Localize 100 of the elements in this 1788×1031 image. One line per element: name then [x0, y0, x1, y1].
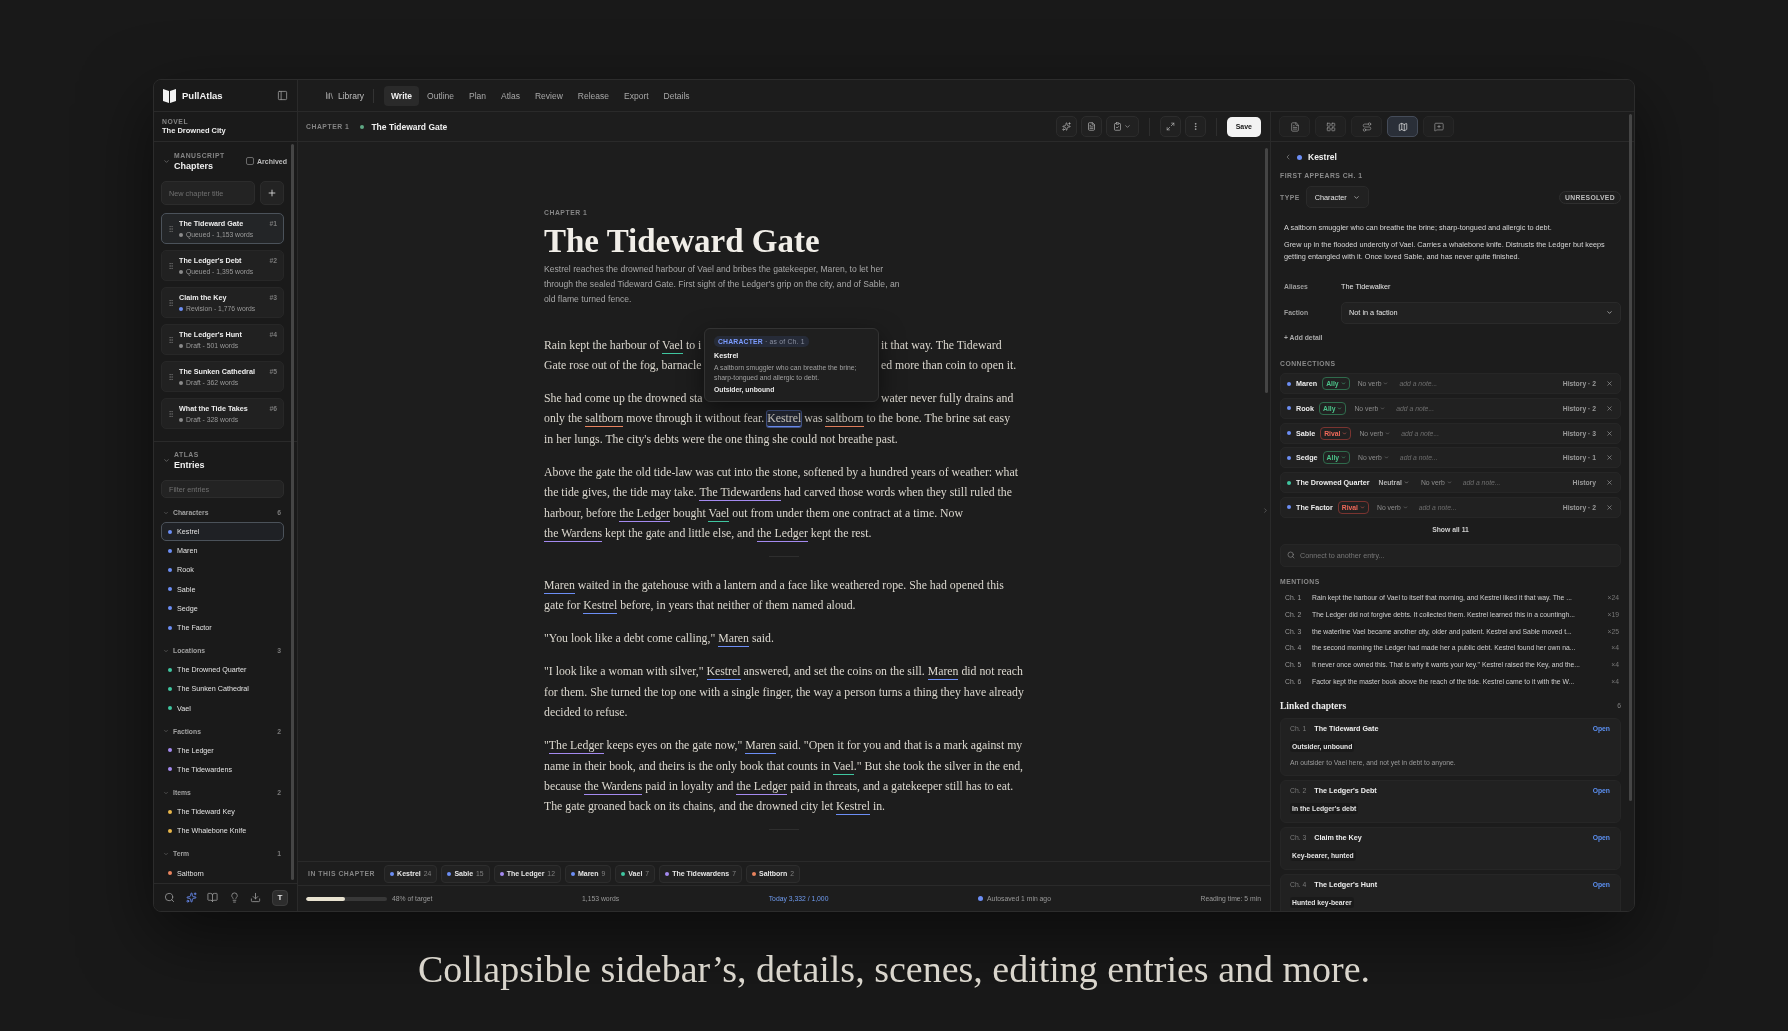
- chapter-summary: Kestrel reaches the drowned harbour of Vael and bribes the gatekeeper, Maren, to let her through the sealed Tideward Gate. First sight of the Ledger's grip on the city, and of Sable, an old flame turned fence.: [544, 262, 901, 306]
- caption: Collapsible sidebar’s, details, scenes, editing entries and more.: [417, 947, 1371, 991]
- paragraph: Maren waited in the gatehouse with a lantern and a face like weathered rope. She had opened this gate for Kestrel before, in years that neither of them named aloud.: [544, 576, 1005, 616]
- entry-name: Kestrel: [1308, 152, 1337, 162]
- paragraph: Above the gate the old tide-law was cut into the stone, softened by a hundred years of weather: what the tide gives, the tide may take. The Tidewardens had carved those words when they still ruled the harbour, before the Ledger bought Vael out from under them one contract at a time. Now the Wardens kept the gate and little else, and the Ledger kept the rest.: [544, 463, 1020, 544]
- drag-handle-icon[interactable]: [167, 224, 175, 233]
- nav-tab[interactable]: Outline: [420, 85, 462, 106]
- document-icon: [1086, 122, 1096, 131]
- download-icon[interactable]: [250, 892, 262, 903]
- drag-handle-icon[interactable]: [167, 298, 175, 307]
- chevron-icon[interactable]: [163, 850, 169, 857]
- logo-icon: [163, 88, 176, 103]
- scrollbar-thumb[interactable]: [291, 144, 294, 880]
- drag-handle-icon[interactable]: [167, 409, 175, 418]
- paragraph: "The Ledger keeps eyes on the gate now," Maren said. "Open it for you and that is a mark against my name in their book, and theirs is the only book that counts in Vael." But she took the silver in the end, because the Wardens paid in loyalty and the Ledger paid in threats, and a gatekeeper still has to eat. The gate groaned back on its chains, and the drowned city let Kestrel in.: [544, 737, 1024, 817]
- lightbulb-icon[interactable]: [228, 892, 240, 903]
- close-icon[interactable]: [1606, 454, 1613, 462]
- nav-tab[interactable]: Review: [527, 85, 570, 106]
- chevron-icon[interactable]: [163, 647, 169, 654]
- entity-link[interactable]: Maren: [544, 577, 575, 594]
- panel-tab[interactable]: [1351, 116, 1382, 137]
- chevron-icon[interactable]: [163, 789, 169, 796]
- panel-tab[interactable]: [1315, 116, 1346, 137]
- entity-link[interactable]: the Ledger: [757, 525, 808, 542]
- drag-handle-icon[interactable]: [167, 372, 175, 381]
- chevron-icon[interactable]: [163, 157, 170, 165]
- text-line: only the saltborn move through it without fear. Kestrel was saltborn to the bone. The brine sat easy: [544, 410, 1012, 429]
- panel-tab[interactable]: [1423, 116, 1454, 137]
- entity-link[interactable]: The Ledger: [548, 738, 604, 755]
- close-icon[interactable]: [1606, 479, 1613, 487]
- entity-link[interactable]: Kestrel: [835, 799, 870, 816]
- text-style-button[interactable]: T: [271, 889, 288, 906]
- text-line: She had come up the drowned sta: [544, 389, 704, 407]
- caret-icon: [1402, 505, 1408, 510]
- library-link[interactable]: Library: [325, 90, 364, 101]
- caret-icon: [1342, 430, 1348, 436]
- entity-link[interactable]: Maren: [927, 664, 959, 681]
- chevron-right-icon[interactable]: [1262, 507, 1269, 514]
- entity-link[interactable]: Kestrel: [706, 664, 741, 681]
- chevron-icon[interactable]: [163, 456, 170, 464]
- chevron-icon[interactable]: [163, 509, 169, 516]
- entity-link[interactable]: the Wardens: [584, 778, 643, 795]
- paragraph: "I look like a woman with silver," Kestrel answered, and set the coins on the sill. Maren did not reach for them. She turned the top one with a single finger, the way a person turns a thing they have already decided to refuse.: [544, 663, 1024, 722]
- entity-link[interactable]: Kestrel: [583, 598, 618, 615]
- scrollbar-thumb[interactable]: [1265, 148, 1268, 393]
- entity-link[interactable]: Maren: [745, 738, 776, 755]
- entity-link[interactable]: saltborn: [585, 411, 624, 428]
- add-chapter-button[interactable]: [260, 181, 284, 205]
- nav-tab[interactable]: Atlas: [494, 85, 527, 106]
- entity-link[interactable]: saltborn: [825, 411, 864, 428]
- entity-link[interactable]: the Ledger: [736, 778, 788, 795]
- panel-tab[interactable]: [1387, 116, 1418, 137]
- close-icon[interactable]: [1606, 504, 1613, 511]
- text-line: in her lungs. The city's debts were the one thing she could not breathe past.: [544, 430, 899, 448]
- nav-tab[interactable]: Export: [617, 85, 656, 106]
- close-icon[interactable]: [1606, 380, 1613, 387]
- text-line: Gate rose out of the fog, barnacle: [544, 356, 703, 374]
- drag-handle-icon[interactable]: [167, 261, 175, 270]
- nav-tab[interactable]: Release: [570, 85, 616, 106]
- text-line: Rain kept the harbour of Vael to i: [544, 336, 703, 355]
- entity-link[interactable]: The Tidewardens: [699, 485, 781, 502]
- entity-link[interactable]: the Wardens: [544, 525, 603, 542]
- entity-link[interactable]: Maren: [718, 631, 749, 648]
- panel-tab[interactable]: [1279, 116, 1310, 137]
- expand-button[interactable]: [1159, 116, 1181, 137]
- caret-icon: [1383, 381, 1389, 386]
- entity-link[interactable]: the Ledger: [619, 505, 670, 522]
- close-icon[interactable]: [1606, 429, 1613, 437]
- more-button[interactable]: [1184, 116, 1206, 137]
- brand-name: PullAtlas: [182, 90, 223, 101]
- search-icon: [1287, 551, 1295, 560]
- entity-link[interactable]: Vael: [708, 505, 730, 522]
- drag-handle-icon[interactable]: [167, 335, 175, 344]
- nav-tab[interactable]: Plan: [462, 85, 494, 106]
- entity-link[interactable]: Vael: [662, 337, 684, 354]
- caret-icon: [1606, 309, 1613, 316]
- section-title: Chapters: [174, 159, 214, 172]
- section-title: Linked chapters: [1280, 700, 1347, 711]
- chevron-left-icon[interactable]: [1284, 153, 1292, 161]
- document-button[interactable]: [1080, 116, 1102, 137]
- scrollbar-thumb[interactable]: [1629, 114, 1632, 801]
- nav-tab[interactable]: Details: [656, 85, 697, 106]
- caret-icon: [1352, 193, 1360, 201]
- archived-checkbox[interactable]: [246, 157, 255, 165]
- chevron-icon[interactable]: [163, 728, 169, 735]
- chapter-heading: The Tideward Gate: [544, 221, 821, 260]
- nav-tab[interactable]: Write: [384, 85, 420, 106]
- close-icon[interactable]: [1606, 404, 1613, 412]
- checklist-button[interactable]: [1105, 116, 1139, 137]
- entity-link[interactable]: Kestrel: [767, 411, 802, 428]
- entity-link[interactable]: Vael: [832, 758, 854, 775]
- assist-button[interactable]: [1055, 116, 1077, 137]
- caret-icon: [1124, 123, 1132, 130]
- caret-icon: [1341, 455, 1347, 461]
- sidebar-toggle-icon[interactable]: [277, 90, 288, 101]
- caret-icon: [1403, 480, 1409, 486]
- open-book-icon[interactable]: [207, 892, 219, 903]
- sparkles-icon[interactable]: [185, 892, 197, 903]
- search-icon[interactable]: [164, 892, 175, 903]
- status-dot: [978, 896, 984, 901]
